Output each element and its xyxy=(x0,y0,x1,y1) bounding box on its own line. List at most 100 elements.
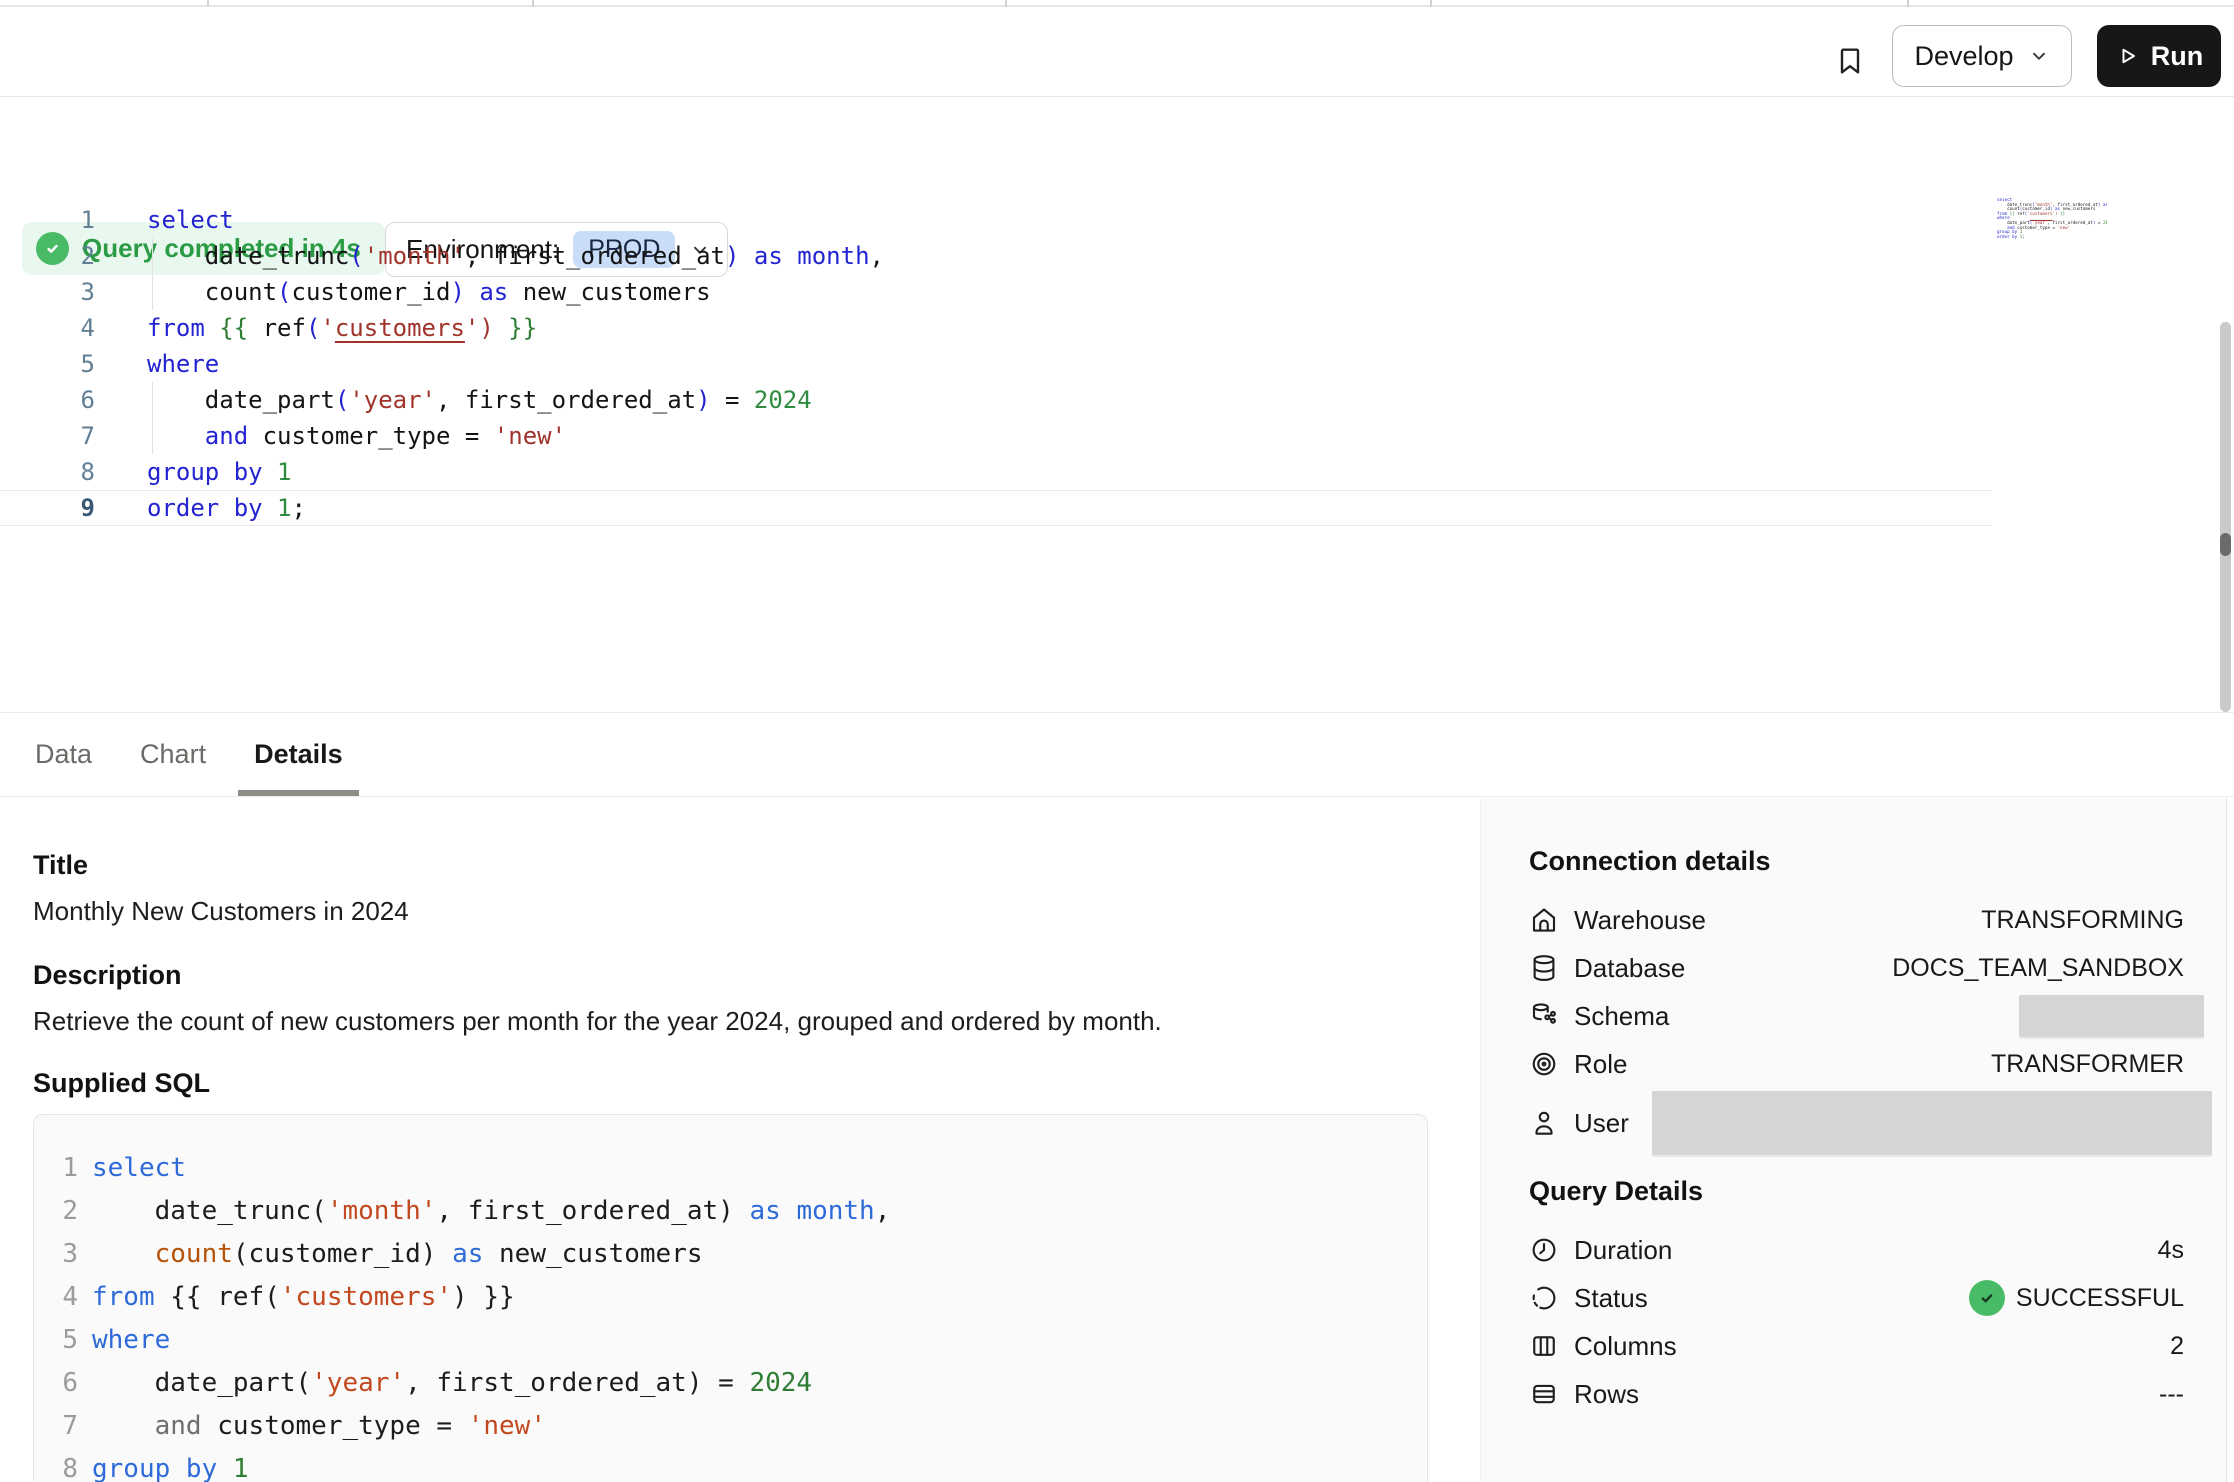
line-number: 7 xyxy=(34,1405,78,1448)
tab-divider xyxy=(1907,0,1909,7)
user-icon xyxy=(1529,1108,1559,1138)
line-number: 4 xyxy=(0,310,95,346)
model-ref-link[interactable]: customers xyxy=(2030,211,2053,216)
supplied-sql-heading: Supplied SQL xyxy=(33,1066,1428,1100)
run-label: Run xyxy=(2151,41,2203,72)
line-number: 8 xyxy=(0,454,95,490)
code-line: 3 count(customer_id) as new_customers xyxy=(34,1233,1427,1276)
line-number: 5 xyxy=(0,346,95,382)
query-details-rows: Duration4sStatusSUCCESSFUL Columns 2 Rows --… xyxy=(1529,1226,2184,1418)
editor-minimap[interactable]: select date_trunc('month', first_ordered… xyxy=(1995,198,2107,244)
code-line: 9order by 1; xyxy=(0,490,1992,526)
details-left-column: Title Monthly New Customers in 2024 Desc… xyxy=(33,798,1428,1482)
supplied-sql-code-block: 1select2 date_trunc('month', first_order… xyxy=(33,1114,1428,1482)
detail-label: Database xyxy=(1574,953,1685,984)
sql-editor[interactable]: Query completed in 4s Environment: PROD … xyxy=(0,97,2234,712)
connection-rows: WarehouseTRANSFORMING Database DOCS_TEAM_S… xyxy=(1529,896,2184,1158)
line-number: 8 xyxy=(34,1448,78,1482)
query-details-heading: Query Details xyxy=(1529,1174,2184,1208)
redacted-value xyxy=(2019,995,2204,1037)
code-line: 7 and customer_type = 'new' xyxy=(0,418,1992,454)
schema-icon xyxy=(1529,1001,1559,1031)
tab-divider xyxy=(532,0,534,7)
code-line: 4from {{ ref('customers') }} xyxy=(34,1276,1427,1319)
code-line: 8group by 1 xyxy=(0,454,1992,490)
code-line: 8group by 1 xyxy=(34,1448,1427,1482)
model-ref-link[interactable]: customers xyxy=(335,314,465,342)
detail-label: Rows xyxy=(1574,1379,1639,1410)
detail-label: Warehouse xyxy=(1574,905,1706,936)
detail-row-schema: Schema xyxy=(1529,992,2184,1040)
chevron-down-icon xyxy=(2028,45,2050,67)
detail-row-role: RoleTRANSFORMER xyxy=(1529,1040,2184,1088)
line-number: 7 xyxy=(0,418,95,454)
detail-value: 4s xyxy=(2158,1236,2184,1265)
code-line: 2 date_trunc('month', first_ordered_at) … xyxy=(34,1190,1427,1233)
tab-chart[interactable]: Chart xyxy=(140,713,206,796)
line-number: 2 xyxy=(34,1190,78,1233)
description-value: Retrieve the count of new customers per … xyxy=(33,1006,1428,1036)
detail-row-warehouse: WarehouseTRANSFORMING xyxy=(1529,896,2184,944)
scrollbar-thumb[interactable] xyxy=(2220,533,2231,556)
tab-divider xyxy=(207,0,209,7)
detail-row-rows: Rows --- xyxy=(1529,1370,2184,1418)
code-line: 7 and customer_type = 'new' xyxy=(34,1405,1427,1448)
code-line: 1select xyxy=(34,1147,1427,1190)
editor-code-area[interactable]: 1select2 date_trunc('month', first_order… xyxy=(0,202,1992,526)
run-button[interactable]: Run xyxy=(2097,25,2221,87)
title-value: Monthly New Customers in 2024 xyxy=(33,896,1428,926)
results-tabbar: Data Chart Details xyxy=(0,712,2234,797)
description-heading: Description xyxy=(33,958,1428,992)
detail-value: 2 xyxy=(2170,1332,2184,1361)
code-line: 2 date_trunc('month', first_ordered_at) … xyxy=(0,238,1992,274)
clock-icon xyxy=(1529,1235,1559,1265)
line-number: 3 xyxy=(0,274,95,310)
detail-value: --- xyxy=(2159,1380,2184,1409)
title-heading: Title xyxy=(33,848,1428,882)
warehouse-icon xyxy=(1529,905,1559,935)
line-number: 3 xyxy=(34,1233,78,1276)
detail-row-columns: Columns 2 xyxy=(1529,1322,2184,1370)
line-number: 5 xyxy=(34,1319,78,1362)
code-line: 4from {{ ref('customers') }} xyxy=(0,310,1992,346)
line-number: 9 xyxy=(0,491,95,525)
app-window: Develop Run Query completed in 4s Enviro… xyxy=(0,0,2234,1482)
detail-label: Schema xyxy=(1574,1001,1669,1032)
code-line: order by 1; xyxy=(1995,235,2107,240)
code-line: 5where xyxy=(34,1319,1427,1362)
tab-divider xyxy=(1005,0,1007,7)
detail-label: Columns xyxy=(1574,1331,1677,1362)
toolbar: Develop Run xyxy=(0,7,2234,97)
window-tab-strip xyxy=(0,0,2234,7)
line-number: 6 xyxy=(0,382,95,418)
detail-row-status: StatusSUCCESSFUL xyxy=(1529,1274,2184,1322)
status-success-badge: SUCCESSFUL xyxy=(1969,1280,2184,1316)
develop-dropdown-button[interactable]: Develop xyxy=(1892,25,2072,87)
detail-row-user: User xyxy=(1529,1088,2184,1158)
connection-details-panel: Connection details WarehouseTRANSFORMING… xyxy=(1480,798,2227,1482)
details-content: Title Monthly New Customers in 2024 Desc… xyxy=(0,798,2234,1482)
code-line: 6 date_part('year', first_ordered_at) = … xyxy=(0,382,1992,418)
tab-divider xyxy=(1430,0,1432,7)
bookmark-icon xyxy=(1834,42,1866,80)
line-number: 1 xyxy=(0,202,95,238)
database-icon xyxy=(1529,953,1559,983)
code-line: 6 date_part('year', first_ordered_at) = … xyxy=(34,1362,1427,1405)
line-number: 2 xyxy=(0,238,95,274)
line-number: 1 xyxy=(34,1147,78,1190)
line-number: 4 xyxy=(34,1276,78,1319)
editor-scrollbar[interactable] xyxy=(2220,322,2231,712)
columns-icon xyxy=(1529,1331,1559,1361)
detail-label: User xyxy=(1574,1108,1629,1139)
tab-data[interactable]: Data xyxy=(35,713,92,796)
code-line: 5where xyxy=(0,346,1992,382)
code-line: 3 count(customer_id) as new_customers xyxy=(0,274,1992,310)
code-line: 1select xyxy=(0,202,1992,238)
detail-value: DOCS_TEAM_SANDBOX xyxy=(1892,954,2184,983)
tab-details[interactable]: Details xyxy=(254,713,343,796)
play-icon xyxy=(2115,44,2139,68)
detail-row-duration: Duration4s xyxy=(1529,1226,2184,1274)
connection-details-heading: Connection details xyxy=(1529,844,2184,878)
bookmark-button[interactable] xyxy=(1830,37,1870,85)
develop-label: Develop xyxy=(1914,41,2013,72)
